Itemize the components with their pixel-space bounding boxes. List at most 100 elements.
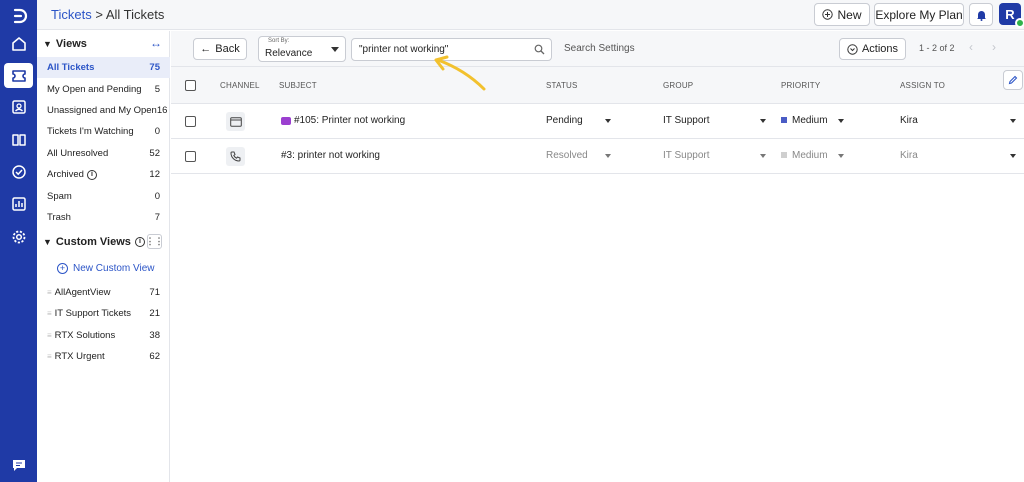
new-custom-view-label: New Custom View bbox=[73, 263, 155, 274]
top-header: Tickets > All Tickets New Explore My Pla… bbox=[37, 0, 1024, 30]
helpdesk-app: Tickets > All Tickets New Explore My Pla… bbox=[0, 0, 1024, 482]
breadcrumb-tickets-link[interactable]: Tickets bbox=[51, 7, 92, 22]
tasks-icon[interactable] bbox=[9, 162, 28, 181]
pagination-text: 1 - 2 of 2 bbox=[919, 43, 955, 53]
col-header-group: GROUP bbox=[663, 81, 694, 90]
search-settings-link[interactable]: Search Settings bbox=[564, 43, 635, 54]
col-header-assign-to: ASSIGN TO bbox=[900, 81, 946, 90]
back-button-label: Back bbox=[215, 43, 240, 55]
notifications-button[interactable] bbox=[969, 3, 993, 26]
drag-handle-icon[interactable]: ⋮⋮ bbox=[146, 234, 164, 249]
annotation-arrow-icon bbox=[434, 55, 486, 91]
ticket-subject[interactable]: #105: Printer not working bbox=[281, 115, 405, 126]
priority-dropdown-icon[interactable] bbox=[838, 119, 844, 123]
sidebar-item-trash[interactable]: Trash 7 bbox=[37, 207, 170, 228]
online-status-icon bbox=[1015, 18, 1024, 28]
sidebar-item-unassigned-my-open[interactable]: Unassigned and My Open 16 bbox=[37, 100, 170, 121]
sidebar-item-label: Tickets I'm Watching bbox=[47, 126, 134, 137]
assignee-dropdown-icon[interactable] bbox=[1010, 154, 1016, 158]
actions-button[interactable]: Actions bbox=[839, 38, 906, 60]
table-row[interactable]: #3: printer not working Resolved IT Supp… bbox=[171, 139, 1024, 174]
group-dropdown-icon[interactable] bbox=[760, 119, 766, 123]
next-page-icon[interactable]: › bbox=[992, 40, 996, 54]
custom-view-item[interactable]: ≡ RTX Solutions 38 bbox=[37, 325, 170, 346]
group-dropdown-icon[interactable] bbox=[760, 154, 766, 158]
custom-view-item[interactable]: ≡ IT Support Tickets 21 bbox=[37, 303, 170, 324]
select-all-checkbox[interactable] bbox=[185, 80, 196, 91]
back-button[interactable]: ← Back bbox=[193, 38, 247, 60]
row-checkbox[interactable] bbox=[185, 116, 196, 127]
view-list-icon: ≡ bbox=[47, 352, 52, 361]
reports-icon[interactable] bbox=[9, 194, 28, 213]
group-value[interactable]: IT Support bbox=[663, 150, 710, 161]
chat-icon[interactable] bbox=[9, 455, 28, 474]
ticket-type-icon bbox=[281, 116, 291, 125]
search-icon[interactable] bbox=[534, 44, 545, 55]
expand-arrows-icon[interactable]: ↔ bbox=[150, 36, 162, 50]
assignee-value[interactable]: Kira bbox=[900, 115, 918, 126]
status-dropdown-icon[interactable] bbox=[605, 154, 611, 158]
custom-view-count: 21 bbox=[149, 308, 160, 319]
custom-views-section-header[interactable]: ▼ Custom Views i ⋮⋮ bbox=[37, 229, 170, 254]
sidebar-item-spam[interactable]: Spam 0 bbox=[37, 186, 170, 207]
breadcrumb-current: All Tickets bbox=[105, 7, 165, 22]
tickets-icon[interactable] bbox=[4, 63, 33, 88]
sidebar-item-all-tickets[interactable]: All Tickets 75 bbox=[37, 57, 170, 78]
sidebar-item-count: 75 bbox=[149, 62, 160, 73]
new-button[interactable]: New bbox=[814, 3, 870, 26]
col-header-channel: CHANNEL bbox=[220, 81, 260, 90]
list-toolbar: ← Back Sort By: Relevance "printer not w… bbox=[171, 31, 1024, 67]
explore-plan-button[interactable]: Explore My Plan bbox=[874, 3, 964, 26]
avatar[interactable]: R bbox=[999, 3, 1024, 28]
sidebar-item-all-unresolved[interactable]: All Unresolved 52 bbox=[37, 143, 170, 164]
avatar-initial: R bbox=[1005, 6, 1015, 22]
home-icon[interactable] bbox=[9, 34, 28, 53]
status-value[interactable]: Resolved bbox=[546, 150, 588, 161]
plus-circle-icon bbox=[822, 9, 834, 20]
contacts-icon[interactable] bbox=[9, 97, 28, 116]
sidebar-item-label: All Unresolved bbox=[47, 148, 109, 159]
sidebar-item-watching[interactable]: Tickets I'm Watching 0 bbox=[37, 121, 170, 142]
breadcrumb-separator: > bbox=[91, 7, 106, 22]
ticket-subject[interactable]: #3: printer not working bbox=[281, 150, 380, 161]
chevron-circle-icon bbox=[847, 43, 858, 55]
ticket-subject-text: #105: Printer not working bbox=[294, 115, 406, 126]
sidebar-item-label: Spam bbox=[47, 191, 72, 202]
custom-view-label: IT Support Tickets bbox=[54, 308, 132, 319]
edit-columns-button[interactable] bbox=[1003, 70, 1023, 90]
actions-button-label: Actions bbox=[861, 43, 899, 55]
sidebar-item-archived[interactable]: Archived i 12 bbox=[37, 164, 170, 185]
table-row[interactable]: #105: Printer not working Pending IT Sup… bbox=[171, 104, 1024, 139]
sort-by-select[interactable]: Sort By: Relevance bbox=[258, 36, 346, 62]
sidebar-item-my-open-pending[interactable]: My Open and Pending 5 bbox=[37, 79, 170, 100]
priority-dropdown-icon[interactable] bbox=[838, 154, 844, 158]
status-value[interactable]: Pending bbox=[546, 115, 583, 126]
custom-view-item[interactable]: ≡ AllAgentView 71 bbox=[37, 282, 170, 303]
priority-value[interactable]: Medium bbox=[781, 150, 828, 161]
assignee-value[interactable]: Kira bbox=[900, 150, 918, 161]
col-header-priority: PRIORITY bbox=[781, 81, 821, 90]
custom-view-label: RTX Urgent bbox=[54, 351, 105, 362]
knowledge-base-icon[interactable] bbox=[9, 130, 28, 149]
view-list-icon: ≡ bbox=[47, 331, 52, 340]
settings-icon[interactable] bbox=[9, 227, 28, 246]
row-checkbox[interactable] bbox=[185, 151, 196, 162]
ticket-subject-text: #3: printer not working bbox=[281, 150, 380, 161]
logo-icon[interactable] bbox=[9, 6, 28, 25]
left-rail bbox=[0, 0, 37, 482]
new-custom-view-link[interactable]: + New Custom View bbox=[57, 263, 155, 274]
info-icon[interactable]: i bbox=[134, 236, 145, 247]
status-dropdown-icon[interactable] bbox=[605, 119, 611, 123]
priority-indicator-icon bbox=[781, 117, 787, 124]
assignee-dropdown-icon[interactable] bbox=[1010, 119, 1016, 123]
views-title: Views bbox=[55, 37, 87, 50]
custom-view-count: 38 bbox=[149, 330, 160, 341]
info-icon[interactable]: i bbox=[86, 169, 97, 180]
priority-value[interactable]: Medium bbox=[781, 115, 828, 126]
group-value[interactable]: IT Support bbox=[663, 115, 710, 126]
prev-page-icon[interactable]: ‹ bbox=[969, 40, 973, 54]
sidebar-item-label: Trash bbox=[47, 212, 71, 223]
custom-view-item[interactable]: ≡ RTX Urgent 62 bbox=[37, 346, 170, 367]
views-section-header[interactable]: ▼ Views ↔ bbox=[37, 31, 170, 56]
sidebar-item-count: 5 bbox=[154, 84, 160, 95]
